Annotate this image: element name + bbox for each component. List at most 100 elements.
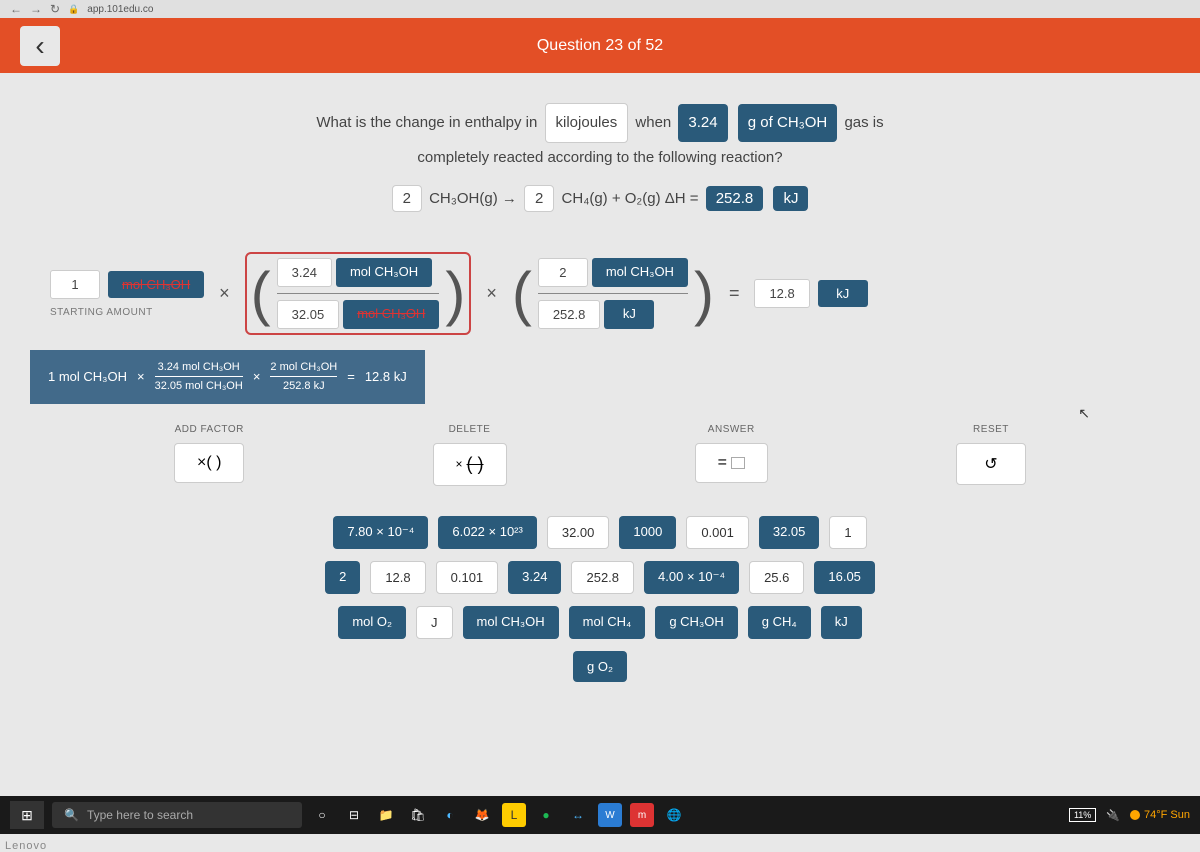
tile[interactable]: g CH₃OH	[655, 606, 737, 639]
f1-bot-val: 32.05	[277, 300, 340, 329]
f2-top-val: 2	[538, 258, 588, 287]
firefox-icon[interactable]: 🦊	[470, 803, 494, 827]
paren-left-icon: (	[512, 270, 532, 318]
app-header: ‹ Question 23 of 52	[0, 18, 1200, 73]
word-icon[interactable]: W	[598, 803, 622, 827]
tile[interactable]: 0.001	[686, 516, 749, 549]
tile-row-4: g O₂	[80, 651, 1120, 682]
pill-substance: g of CH₃OH	[738, 104, 837, 142]
sum-f1: 3.24 mol CH₃OH 32.05 mol CH₃OH	[155, 360, 243, 394]
windows-taskbar: ⊞ 🔍 Type here to search ○ ⊟ 📁 🛍 ◐ 🦊 L ● …	[0, 796, 1200, 834]
tile[interactable]: 16.05	[814, 561, 875, 594]
answer-button[interactable]: =	[695, 443, 768, 483]
delete-button[interactable]: ×( )	[433, 443, 507, 486]
question-counter: Question 23 of 52	[537, 37, 663, 55]
dh-value: 252.8	[706, 186, 764, 211]
tile[interactable]: kJ	[821, 606, 862, 639]
tile[interactable]: mol CH₄	[569, 606, 646, 639]
store-icon[interactable]: 🛍	[406, 803, 430, 827]
back-button[interactable]: ‹	[20, 26, 60, 66]
tile-row-2: 2 12.8 0.101 3.24 252.8 4.00 × 10⁻⁴ 25.6 16.05	[80, 561, 1120, 594]
app-l-icon[interactable]: L	[502, 803, 526, 827]
tile-row-1: 7.80 × 10⁻⁴ 6.022 × 10²³ 32.00 1000 0.001 32.…	[80, 516, 1120, 549]
nav-forward-icon[interactable]: →	[30, 2, 42, 16]
task-view-icon[interactable]: ⊟	[342, 803, 366, 827]
lenovo-logo: Lenovo	[5, 840, 47, 852]
f1-top-unit: mol CH₃OH	[336, 258, 432, 287]
dh-unit: kJ	[773, 186, 808, 211]
paren-right-icon: )	[445, 270, 465, 318]
dimensional-analysis-workspace: 1 mol CH₃OH STARTING AMOUNT × ( 3.24 mol…	[20, 252, 1180, 335]
products-text: CH₄(g) + O₂(g) ΔH =	[562, 190, 699, 207]
prompt-text: gas is	[844, 114, 883, 131]
tile[interactable]: 252.8	[571, 561, 634, 594]
tile[interactable]: 3.24	[508, 561, 561, 594]
taskbar-search[interactable]: 🔍 Type here to search	[52, 802, 302, 828]
tile[interactable]: 4.00 × 10⁻⁴	[644, 561, 739, 594]
content: What is the change in enthalpy in kilojo…	[0, 73, 1200, 724]
tile[interactable]: mol CH₃OH	[463, 606, 559, 639]
reset-button[interactable]: ↺	[956, 443, 1026, 485]
delete-label: DELETE	[433, 424, 507, 435]
tile[interactable]: mol O₂	[338, 606, 406, 639]
nav-reload-icon[interactable]: ↻	[50, 2, 60, 16]
battery-icon: 🔌	[1106, 809, 1120, 822]
equals-sign: =	[347, 369, 355, 384]
app-m-icon[interactable]: m	[630, 803, 654, 827]
app-icon[interactable]: ↔	[566, 803, 590, 827]
tile[interactable]: 6.022 × 10²³	[438, 516, 536, 549]
equation-summary: 1 mol CH₃OH × 3.24 mol CH₃OH 32.05 mol C…	[30, 350, 425, 404]
tile[interactable]: g CH₄	[748, 606, 811, 639]
tile[interactable]: 1000	[619, 516, 676, 549]
tile[interactable]: 32.00	[547, 516, 610, 549]
reaction-equation: 2 CH₃OH(g) → 2 CH₄(g) + O₂(g) ΔH = 252.8…	[20, 185, 1180, 212]
sum-f2: 2 mol CH₃OH 252.8 kJ	[270, 360, 337, 394]
tile[interactable]: J	[416, 606, 453, 639]
spotify-icon[interactable]: ●	[534, 803, 558, 827]
f1-top-val: 3.24	[277, 258, 332, 287]
fraction-bar	[538, 293, 688, 294]
battery-status[interactable]: 11%	[1069, 808, 1096, 822]
lock-icon: 🔒	[68, 4, 79, 15]
search-icon: 🔍	[64, 808, 79, 822]
tile[interactable]: 2	[325, 561, 360, 594]
tile[interactable]: 1	[829, 516, 866, 549]
reset-label: RESET	[956, 424, 1026, 435]
starting-amount-block[interactable]: 1 mol CH₃OH STARTING AMOUNT	[50, 270, 204, 318]
cortana-icon[interactable]: ○	[310, 803, 334, 827]
start-value: 1	[50, 270, 100, 299]
add-factor-button[interactable]: ×( )	[174, 443, 244, 483]
result-unit: kJ	[818, 280, 868, 307]
f2-bot-unit: kJ	[604, 300, 654, 329]
cursor-icon: ↖	[1078, 405, 1090, 422]
tile[interactable]: 32.05	[759, 516, 820, 549]
multiply-sign: ×	[219, 283, 230, 304]
control-buttons: ADD FACTOR ×( ) DELETE ×( ) ANSWER = RES…	[20, 424, 1180, 486]
result-block[interactable]: 12.8 kJ	[754, 279, 867, 308]
tile[interactable]: 12.8	[370, 561, 425, 594]
add-factor-label: ADD FACTOR	[174, 424, 244, 435]
fraction-bar	[277, 293, 440, 294]
f2-top-unit: mol CH₃OH	[592, 258, 688, 287]
coef-2: 2	[524, 185, 554, 212]
prompt-text-2: completely reacted according to the foll…	[417, 149, 782, 166]
tile[interactable]: 0.101	[436, 561, 499, 594]
prompt-text: when	[635, 114, 671, 131]
factor-1[interactable]: ( 3.24 mol CH₃OH 32.05 mol CH₃OH )	[245, 252, 472, 335]
prompt-text: What is the change in enthalpy in	[316, 114, 537, 131]
explorer-icon[interactable]: 📁	[374, 803, 398, 827]
edge-icon[interactable]: ◐	[438, 803, 462, 827]
start-button[interactable]: ⊞	[10, 801, 44, 829]
factor-2[interactable]: ( 2 mol CH₃OH 252.8 kJ )	[512, 258, 714, 329]
weather-widget[interactable]: 74°F Sun	[1130, 809, 1190, 821]
reactant-text: CH₃OH(g) →	[429, 190, 517, 207]
tile[interactable]: 25.6	[749, 561, 804, 594]
chrome-icon[interactable]: 🌐	[662, 803, 686, 827]
tile[interactable]: 7.80 × 10⁻⁴	[333, 516, 428, 549]
url-text[interactable]: app.101edu.co	[87, 4, 153, 15]
multiply-sign: ×	[253, 369, 261, 384]
nav-back-icon[interactable]: ←	[10, 2, 22, 16]
tile[interactable]: g O₂	[573, 651, 627, 682]
sum-start: 1 mol CH₃OH	[48, 369, 127, 384]
equals-sign: =	[729, 283, 740, 304]
